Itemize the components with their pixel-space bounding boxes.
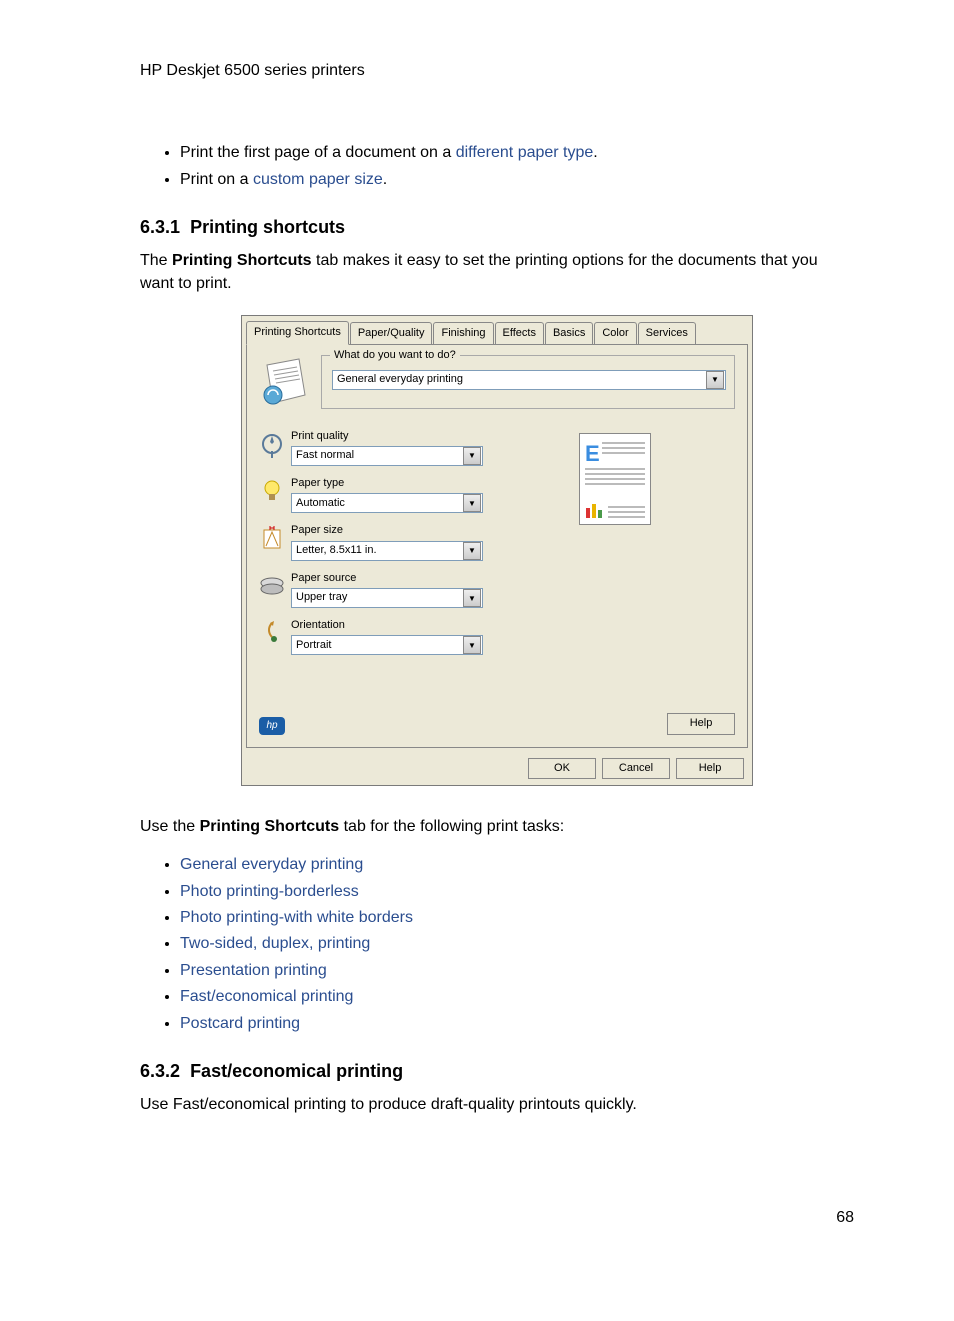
paper-size-icon	[259, 523, 285, 553]
tab-panel: What do you want to do? General everyday…	[246, 344, 748, 748]
section-6-3-1-heading: 6.3.1 Printing shortcuts	[140, 215, 854, 240]
print-dialog: Printing Shortcuts Paper/Quality Finishi…	[241, 315, 753, 786]
task-links-list: General everyday printing Photo printing…	[140, 854, 854, 1035]
dd-value: Automatic	[292, 496, 462, 511]
shortcut-thumb-icon	[259, 355, 313, 409]
help-button-inner[interactable]: Help	[667, 713, 735, 734]
link-different-paper-type[interactable]: different paper type	[456, 144, 594, 161]
tab-printing-shortcuts[interactable]: Printing Shortcuts	[246, 321, 349, 344]
tab-color[interactable]: Color	[594, 322, 636, 344]
link-presentation[interactable]: Presentation printing	[180, 962, 327, 979]
intro-item-2: Print on a custom paper size.	[180, 169, 854, 191]
dd-value: Portrait	[292, 638, 462, 653]
options-column: Print quality Fast normal ▼ Paper type	[259, 429, 519, 666]
ok-button[interactable]: OK	[528, 758, 596, 779]
list-item: Postcard printing	[180, 1013, 854, 1035]
text: Use the	[140, 818, 200, 835]
intro-list: Print the first page of a document on a …	[140, 142, 854, 191]
preview-area: E	[519, 429, 651, 666]
tabs-row: Printing Shortcuts Paper/Quality Finishi…	[242, 316, 752, 343]
chevron-down-icon[interactable]: ▼	[463, 589, 481, 607]
opt-label: Paper type	[291, 476, 519, 491]
list-item: Photo printing-borderless	[180, 881, 854, 903]
opt-paper-size: Paper size Letter, 8.5x11 in. ▼	[259, 523, 519, 560]
list-item: Photo printing-with white borders	[180, 907, 854, 929]
text: Print the first page of a document on a	[180, 144, 456, 161]
cancel-button[interactable]: Cancel	[602, 758, 670, 779]
intro-item-1: Print the first page of a document on a …	[180, 142, 854, 164]
list-item: General everyday printing	[180, 854, 854, 876]
section-6-3-2-heading: 6.3.2 Fast/economical printing	[140, 1059, 854, 1084]
section-title: Fast/economical printing	[190, 1061, 403, 1081]
link-photo-white-borders[interactable]: Photo printing-with white borders	[180, 909, 413, 926]
dialog-bottom-buttons: OK Cancel Help	[242, 752, 752, 785]
link-two-sided[interactable]: Two-sided, duplex, printing	[180, 935, 370, 952]
task-dropdown[interactable]: General everyday printing ▼	[332, 370, 726, 390]
opt-print-quality: Print quality Fast normal ▼	[259, 429, 519, 466]
section-number: 6.3.2	[140, 1061, 180, 1081]
link-fast-economical[interactable]: Fast/economical printing	[180, 988, 353, 1005]
opt-label: Paper size	[291, 523, 519, 538]
chevron-down-icon[interactable]: ▼	[463, 542, 481, 560]
help-button[interactable]: Help	[676, 758, 744, 779]
bold: Printing Shortcuts	[172, 252, 312, 269]
task-dropdown-value: General everyday printing	[333, 372, 705, 387]
opt-paper-source: Paper source Upper tray ▼	[259, 571, 519, 608]
paper-size-dropdown[interactable]: Letter, 8.5x11 in. ▼	[291, 541, 483, 561]
list-item: Fast/economical printing	[180, 986, 854, 1008]
dd-value: Letter, 8.5x11 in.	[292, 543, 462, 558]
tray-icon	[259, 571, 285, 601]
chevron-down-icon[interactable]: ▼	[463, 447, 481, 465]
paper-type-dropdown[interactable]: Automatic ▼	[291, 493, 483, 513]
text: Print on a	[180, 171, 253, 188]
tab-services[interactable]: Services	[638, 322, 696, 344]
tab-basics[interactable]: Basics	[545, 322, 593, 344]
bulb-icon	[259, 476, 285, 506]
tab-paper-quality[interactable]: Paper/Quality	[350, 322, 433, 344]
text: .	[383, 171, 387, 188]
orientation-dropdown[interactable]: Portrait ▼	[291, 635, 483, 655]
paper-source-dropdown[interactable]: Upper tray ▼	[291, 588, 483, 608]
chevron-down-icon[interactable]: ▼	[706, 371, 724, 389]
link-photo-borderless[interactable]: Photo printing-borderless	[180, 883, 359, 900]
orientation-icon	[259, 618, 285, 648]
opt-paper-type: Paper type Automatic ▼	[259, 476, 519, 513]
task-group-label: What do you want to do?	[330, 348, 460, 363]
section-number: 6.3.1	[140, 217, 180, 237]
after-dialog-para: Use the Printing Shortcuts tab for the f…	[140, 816, 854, 838]
hp-logo-icon: hp	[259, 717, 285, 735]
opt-label: Orientation	[291, 618, 519, 633]
link-general-everyday[interactable]: General everyday printing	[180, 856, 363, 873]
tab-finishing[interactable]: Finishing	[433, 322, 493, 344]
bold: Printing Shortcuts	[200, 818, 340, 835]
text: tab for the following print tasks:	[339, 818, 564, 835]
section-title: Printing shortcuts	[190, 217, 345, 237]
text: .	[593, 144, 597, 161]
quality-icon	[259, 429, 285, 459]
chevron-down-icon[interactable]: ▼	[463, 494, 481, 512]
doc-header: HP Deskjet 6500 series printers	[140, 60, 854, 82]
list-item: Two-sided, duplex, printing	[180, 933, 854, 955]
link-custom-paper-size[interactable]: custom paper size	[253, 171, 383, 188]
opt-orientation: Orientation Portrait ▼	[259, 618, 519, 655]
page-preview-icon: E	[579, 433, 651, 525]
page-number: 68	[140, 1207, 854, 1229]
list-item: Presentation printing	[180, 960, 854, 982]
tab-effects[interactable]: Effects	[495, 322, 544, 344]
text: The	[140, 252, 172, 269]
dd-value: Fast normal	[292, 448, 462, 463]
opt-label: Print quality	[291, 429, 519, 444]
section1-para: The Printing Shortcuts tab makes it easy…	[140, 250, 854, 295]
chevron-down-icon[interactable]: ▼	[463, 636, 481, 654]
section2-para: Use Fast/economical printing to produce …	[140, 1094, 854, 1116]
print-quality-dropdown[interactable]: Fast normal ▼	[291, 446, 483, 466]
task-groupbox: What do you want to do? General everyday…	[321, 355, 735, 409]
opt-label: Paper source	[291, 571, 519, 586]
link-postcard[interactable]: Postcard printing	[180, 1015, 300, 1032]
dd-value: Upper tray	[292, 590, 462, 605]
